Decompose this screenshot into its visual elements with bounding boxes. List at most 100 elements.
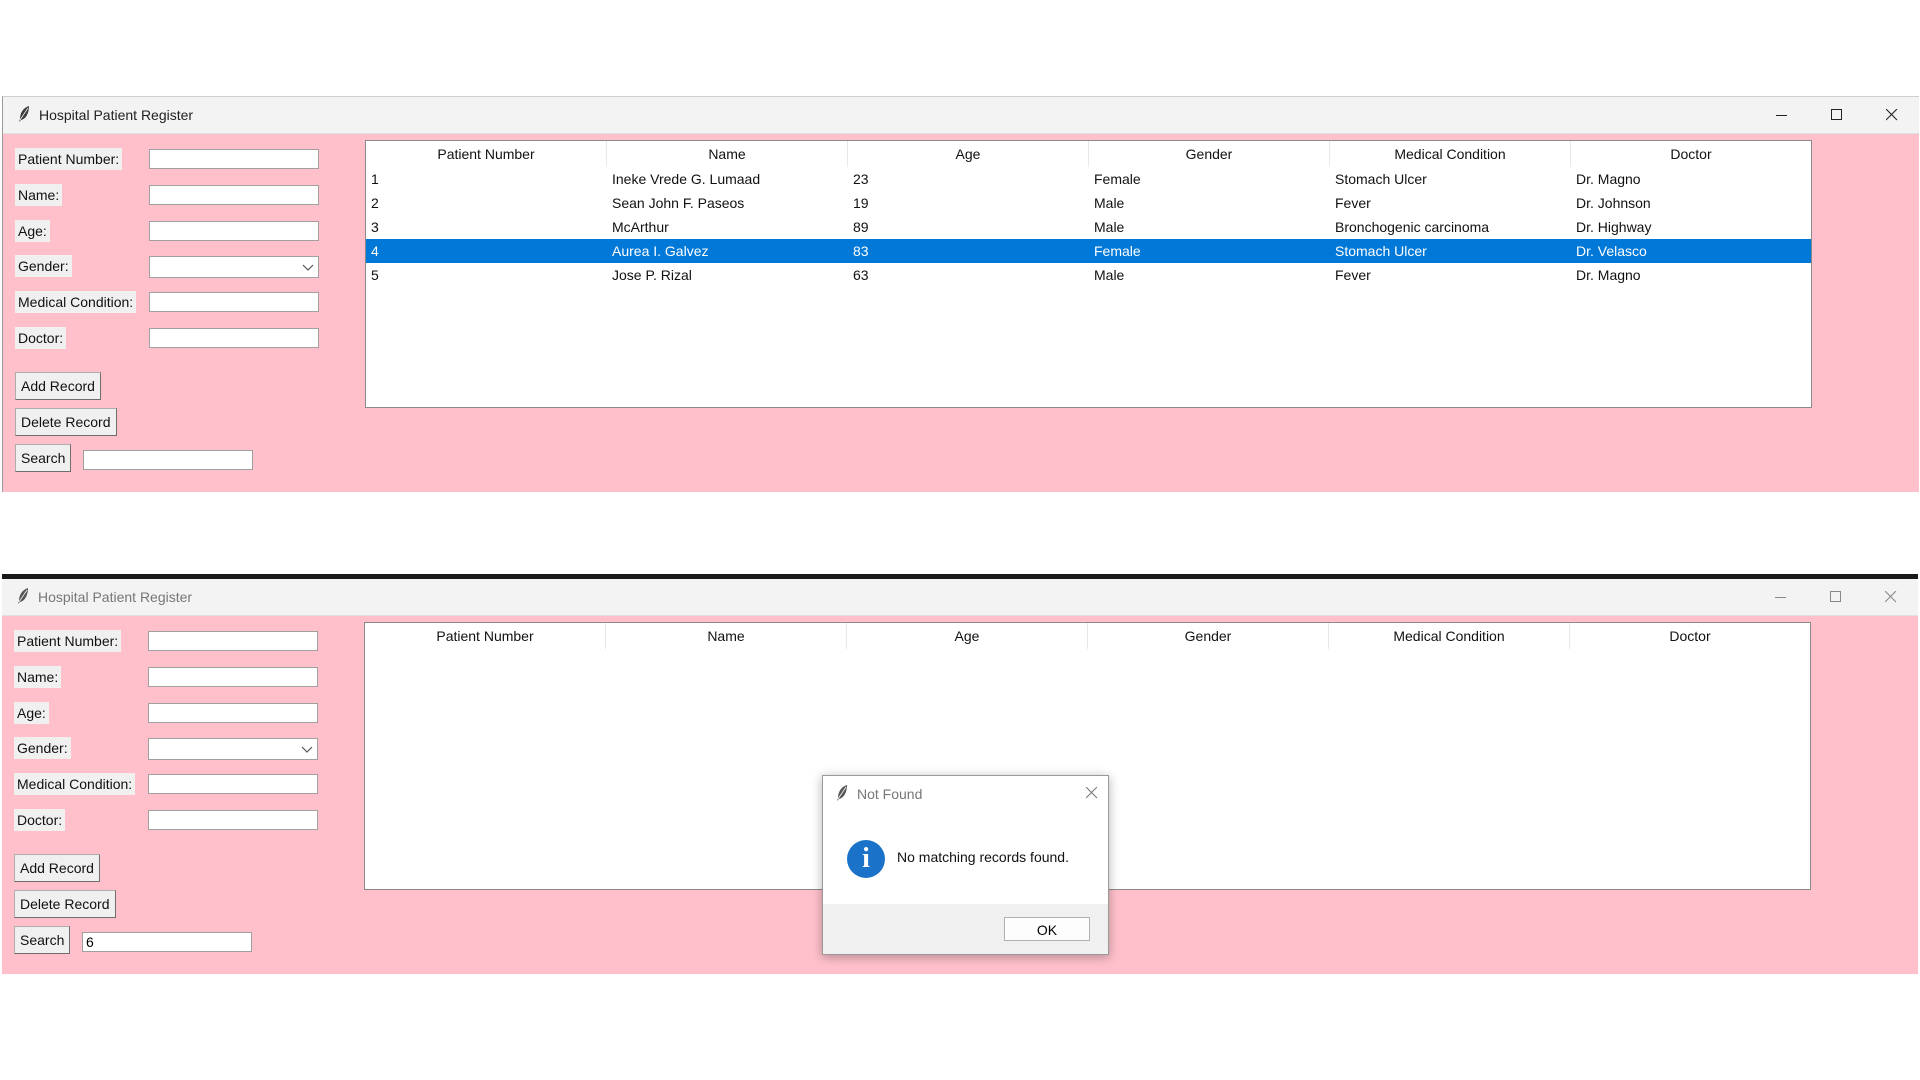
table-cell: 19 — [853, 195, 869, 211]
table-cell: Dr. Velasco — [1576, 243, 1647, 259]
table-cell: Aurea I. Galvez — [612, 243, 709, 259]
doctor-input[interactable] — [149, 328, 319, 348]
name-input[interactable] — [148, 667, 318, 687]
column-header[interactable]: Medical Condition — [1330, 141, 1571, 167]
table-cell: 2 — [371, 195, 379, 211]
not-found-dialog: Not Found i No matching records found. O… — [822, 775, 1109, 955]
close-button[interactable] — [1863, 579, 1918, 615]
dialog-title: Not Found — [857, 786, 923, 802]
medical-condition-input[interactable] — [149, 292, 319, 312]
column-header[interactable]: Gender — [1089, 141, 1330, 167]
table-cell: 63 — [853, 267, 869, 283]
age-input[interactable] — [149, 221, 319, 241]
gender-label: Gender: — [14, 737, 71, 759]
minimize-icon — [1775, 115, 1787, 116]
table-row[interactable]: 1 Ineke Vrede G. Lumaad 23 Female Stomac… — [366, 167, 1811, 191]
name-label: Name: — [15, 184, 63, 206]
table-header: Patient Number Name Age Gender Medical C… — [365, 623, 1810, 649]
column-header[interactable]: Doctor — [1570, 623, 1810, 649]
title-bar[interactable]: Hospital Patient Register — [2, 579, 1918, 616]
dialog-body: i No matching records found. — [823, 811, 1108, 881]
table-cell: Stomach Ulcer — [1335, 171, 1427, 187]
table-cell: Fever — [1335, 195, 1371, 211]
gender-combobox[interactable] — [148, 738, 318, 760]
column-header[interactable]: Age — [848, 141, 1089, 167]
search-input[interactable] — [83, 450, 253, 470]
dialog-message: No matching records found. — [897, 849, 1069, 865]
dialog-title-bar[interactable]: Not Found — [823, 776, 1108, 811]
table-cell: 4 — [371, 243, 379, 259]
table-cell: Male — [1094, 219, 1125, 235]
age-input[interactable] — [148, 703, 318, 723]
minimize-button[interactable] — [1753, 579, 1808, 615]
table-row[interactable]: 2 Sean John F. Paseos 19 Male Fever Dr. … — [366, 191, 1811, 215]
gender-combobox[interactable] — [149, 256, 319, 278]
patient-table[interactable]: Patient Number Name Age Gender Medical C… — [365, 140, 1812, 408]
medical-condition-input[interactable] — [148, 774, 318, 794]
delete-record-button[interactable]: Delete Record — [15, 408, 117, 436]
table-cell: Dr. Highway — [1576, 219, 1652, 235]
medical-condition-label: Medical Condition: — [15, 291, 137, 313]
table-cell: 5 — [371, 267, 379, 283]
table-cell: 23 — [853, 171, 869, 187]
column-header[interactable]: Gender — [1088, 623, 1329, 649]
doctor-input[interactable] — [148, 810, 318, 830]
table-cell: Fever — [1335, 267, 1371, 283]
add-record-button[interactable]: Add Record — [15, 372, 101, 400]
maximize-button[interactable] — [1809, 97, 1864, 133]
close-icon — [1085, 786, 1098, 799]
delete-record-button[interactable]: Delete Record — [14, 890, 116, 918]
window-title: Hospital Patient Register — [39, 107, 194, 123]
table-cell: Ineke Vrede G. Lumaad — [612, 171, 761, 187]
window-title: Hospital Patient Register — [38, 589, 193, 605]
table-row-selected[interactable]: 4 Aurea I. Galvez 83 Female Stomach Ulce… — [366, 239, 1811, 263]
table-cell: Dr. Magno — [1576, 171, 1641, 187]
minimize-button[interactable] — [1754, 97, 1809, 133]
close-icon — [1884, 591, 1896, 603]
table-cell: Male — [1094, 195, 1125, 211]
feather-app-icon — [16, 587, 30, 610]
table-cell: 83 — [853, 243, 869, 259]
search-button[interactable]: Search — [15, 444, 72, 472]
column-header[interactable]: Age — [847, 623, 1088, 649]
add-record-button[interactable]: Add Record — [14, 854, 100, 882]
column-header[interactable]: Patient Number — [366, 141, 607, 167]
patient-number-input[interactable] — [148, 631, 318, 651]
dialog-footer: OK — [823, 904, 1108, 954]
table-cell: Female — [1094, 243, 1141, 259]
table-cell: McArthur — [612, 219, 669, 235]
column-header[interactable]: Name — [607, 141, 848, 167]
table-header: Patient Number Name Age Gender Medical C… — [366, 141, 1811, 167]
close-icon — [1885, 109, 1897, 121]
patient-number-label: Patient Number: — [15, 148, 123, 170]
table-cell: Dr. Johnson — [1576, 195, 1651, 211]
chevron-down-icon — [302, 264, 314, 271]
ok-button[interactable]: OK — [1004, 917, 1090, 941]
patient-number-input[interactable] — [149, 149, 319, 169]
column-header[interactable]: Name — [606, 623, 847, 649]
feather-app-icon — [17, 105, 31, 128]
table-cell: 89 — [853, 219, 869, 235]
column-header[interactable]: Doctor — [1571, 141, 1811, 167]
column-header[interactable]: Medical Condition — [1329, 623, 1570, 649]
dialog-close-button[interactable] — [1085, 786, 1098, 804]
table-cell: 1 — [371, 171, 379, 187]
medical-condition-label: Medical Condition: — [14, 773, 136, 795]
table-row[interactable]: 5 Jose P. Rizal 63 Male Fever Dr. Magno — [366, 263, 1811, 287]
search-button[interactable]: Search — [14, 926, 71, 954]
name-input[interactable] — [149, 185, 319, 205]
gender-label: Gender: — [15, 255, 72, 277]
column-header[interactable]: Patient Number — [365, 623, 606, 649]
maximize-icon — [1829, 591, 1841, 602]
maximize-button[interactable] — [1808, 579, 1863, 615]
table-row[interactable]: 3 McArthur 89 Male Bronchogenic carcinom… — [366, 215, 1811, 239]
table-cell: Female — [1094, 171, 1141, 187]
search-input[interactable] — [82, 932, 252, 952]
table-cell: Jose P. Rizal — [612, 267, 692, 283]
table-cell: 3 — [371, 219, 379, 235]
table-cell: Sean John F. Paseos — [612, 195, 745, 211]
table-cell: Male — [1094, 267, 1125, 283]
close-button[interactable] — [1864, 97, 1919, 133]
info-icon: i — [847, 840, 885, 878]
title-bar[interactable]: Hospital Patient Register — [3, 97, 1919, 134]
